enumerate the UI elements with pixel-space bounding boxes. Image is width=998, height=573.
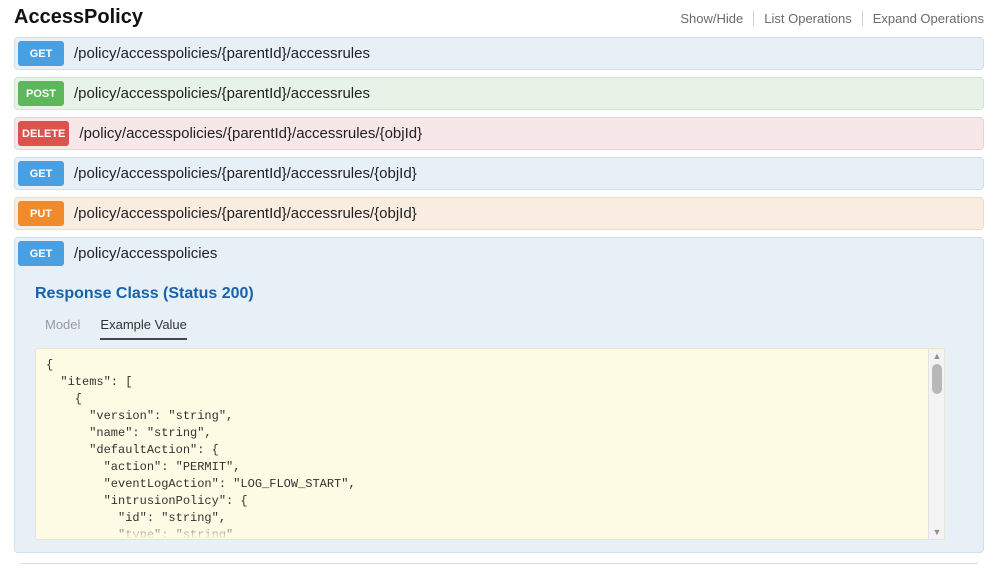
op-expand-operations[interactable]: Expand Operations (863, 11, 984, 26)
scrollbar[interactable]: ▲ ▼ (928, 349, 944, 539)
scroll-thumb[interactable] (932, 364, 942, 394)
method-badge-get[interactable]: GET (18, 241, 64, 266)
method-badge-delete[interactable]: DELETE (18, 121, 69, 146)
section-bottom-divider (20, 563, 978, 573)
scroll-down-icon[interactable]: ▼ (929, 525, 945, 539)
section-operations: Show/Hide List Operations Expand Operati… (670, 11, 984, 26)
endpoint-path[interactable]: /policy/accesspolicies (64, 238, 983, 269)
method-badge-post[interactable]: POST (18, 81, 64, 106)
example-code-box: { "items": [ { "version": "string", "nam… (35, 348, 945, 540)
op-show-hide[interactable]: Show/Hide (670, 11, 754, 26)
endpoint-row[interactable]: DELETE /policy/accesspolicies/{parentId}… (14, 117, 984, 150)
endpoint-path[interactable]: /policy/accesspolicies/{parentId}/access… (64, 158, 983, 189)
endpoint-path[interactable]: /policy/accesspolicies/{parentId}/access… (69, 118, 983, 149)
tab-model[interactable]: Model (45, 317, 80, 340)
endpoint-expanded: GET /policy/accesspolicies Response Clas… (14, 237, 984, 553)
endpoint-row[interactable]: GET /policy/accesspolicies/{parentId}/ac… (14, 157, 984, 190)
method-badge-get[interactable]: GET (18, 161, 64, 186)
response-tabs: Model Example Value (35, 317, 963, 340)
endpoint-row[interactable]: POST /policy/accesspolicies/{parentId}/a… (14, 77, 984, 110)
endpoint-row[interactable]: GET /policy/accesspolicies/{parentId}/ac… (14, 37, 984, 70)
response-class-heading: Response Class (Status 200) (35, 285, 963, 303)
scroll-up-icon[interactable]: ▲ (929, 349, 945, 363)
endpoint-path[interactable]: /policy/accesspolicies/{parentId}/access… (64, 38, 983, 69)
endpoint-row[interactable]: PUT /policy/accesspolicies/{parentId}/ac… (14, 197, 984, 230)
tab-example-value[interactable]: Example Value (100, 317, 186, 340)
op-list-operations[interactable]: List Operations (754, 11, 862, 26)
section-header: AccessPolicy Show/Hide List Operations E… (14, 6, 984, 29)
endpoint-path[interactable]: /policy/accesspolicies/{parentId}/access… (64, 78, 983, 109)
section-title[interactable]: AccessPolicy (14, 6, 143, 29)
endpoint-path[interactable]: /policy/accesspolicies/{parentId}/access… (64, 198, 983, 229)
method-badge-get[interactable]: GET (18, 41, 64, 66)
endpoint-row[interactable]: GET /policy/accesspolicies (15, 238, 983, 269)
method-badge-put[interactable]: PUT (18, 201, 64, 226)
example-code[interactable]: { "items": [ { "version": "string", "nam… (36, 349, 928, 539)
